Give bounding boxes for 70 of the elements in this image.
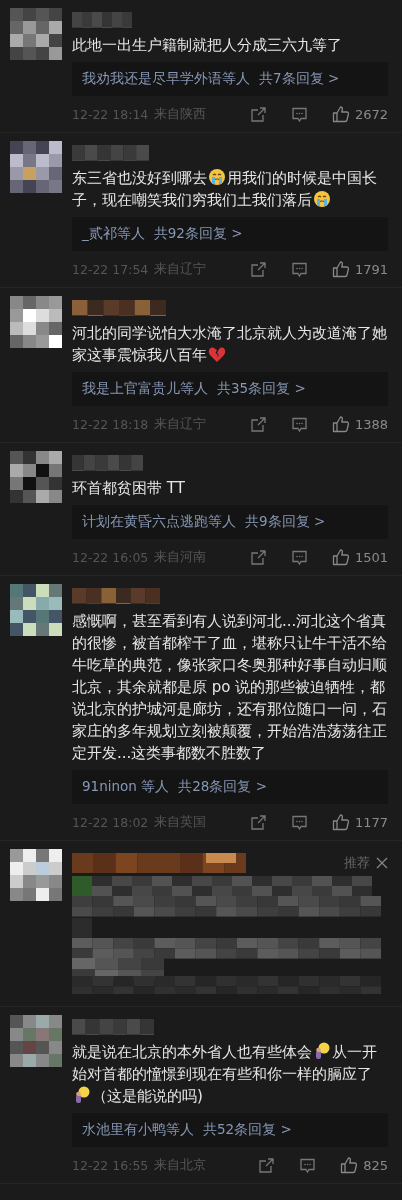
blurred-name-drawing xyxy=(72,455,143,471)
reply-count-link[interactable]: 共28条回复 > xyxy=(178,778,267,796)
thumbs-up-icon[interactable] xyxy=(331,260,350,278)
thumbs-up-icon[interactable] xyxy=(331,415,350,433)
share-icon[interactable] xyxy=(249,813,267,831)
close-icon[interactable] xyxy=(376,857,388,869)
blurred-name-drawing xyxy=(72,12,132,28)
share-icon[interactable] xyxy=(249,415,267,433)
reply-users: 我劝我还是尽早学外语等人 xyxy=(82,70,250,88)
comment-text: 就是说在北京的本外省人也有些体会 从一开始对首都的憧憬到现在有些和你一样的膈应了 （这是能说的吗) xyxy=(72,1041,378,1107)
comment-text: 东三省也没好到哪去 用我们的时候是中国长子，现在嘲笑我们穷我们土我们落后 xyxy=(72,167,378,211)
comment-icon[interactable] xyxy=(290,548,308,566)
comment-icon[interactable] xyxy=(299,1156,317,1174)
share-icon[interactable] xyxy=(258,1156,276,1174)
avatar-icon[interactable] xyxy=(10,1015,62,1067)
reply-count-link[interactable]: 共35条回复 > xyxy=(217,380,306,398)
reply-users: 计划在黄昏六点逃跑等人 xyxy=(82,513,236,531)
like-count: 1791 xyxy=(354,261,388,277)
thumbs-up-icon[interactable] xyxy=(331,813,350,831)
replies-panel[interactable]: 91ninon 等人 共28条回复 > xyxy=(72,770,388,804)
comment-icon[interactable] xyxy=(290,813,308,831)
crying-face-icon xyxy=(208,168,226,186)
like-count: 825 xyxy=(363,1157,388,1173)
comment-text: 感慨啊，甚至看到有人说到河北...河北这个省真的很惨，被首都榨干了血，堪称只让牛干活不给牛吃草的典范，像张家口冬奥那种好事自动归顺北京，其余就都是原 po 说的那些被迫牺牲，都说北京的护城河是廊坊，还有那位随口一问，石家庄的多年规划立刻被颠覆，开始浩浩荡荡往正定开发...这类事都数不胜数了 xyxy=(72,611,388,764)
comment-text: 河北的同学说怕大水淹了北京就人为改道淹了她家这事震惊我八百年 xyxy=(72,323,388,366)
avatar-icon[interactable] xyxy=(10,584,62,636)
comment-time: 12-22 17:54 xyxy=(72,261,149,277)
reply-count-link[interactable]: 共92条回复 > xyxy=(153,225,243,243)
avatar-icon[interactable] xyxy=(10,296,62,348)
avatar-icon[interactable] xyxy=(10,451,62,503)
share-icon[interactable] xyxy=(249,548,267,566)
avatar-icon[interactable] xyxy=(10,849,62,901)
comment-icon[interactable] xyxy=(290,415,308,433)
reply-count-link[interactable]: 共7条回复 > xyxy=(259,70,340,88)
like-count: 1501 xyxy=(354,549,388,565)
reply-users: 水池里有小鸭等人 xyxy=(82,1121,194,1139)
avatar-icon[interactable] xyxy=(10,8,62,60)
comment-time: 12-22 18:02 xyxy=(72,814,149,830)
reply-count-link[interactable]: 共9条回复 > xyxy=(245,513,326,531)
comment-icon[interactable] xyxy=(290,260,308,278)
like-count: 1388 xyxy=(354,416,388,432)
thumbs-up-icon[interactable] xyxy=(340,1156,359,1174)
thumbs-up-icon[interactable] xyxy=(331,548,350,566)
reply-users: _贰祁等人 xyxy=(82,225,145,243)
broken-heart-icon xyxy=(208,346,226,363)
reply-count-link[interactable]: 共52条回复 > xyxy=(203,1121,292,1139)
like-count: 1177 xyxy=(354,814,388,830)
crying-face-icon xyxy=(313,190,331,208)
figure-with-bulb-icon xyxy=(73,1086,91,1104)
share-icon[interactable] xyxy=(249,105,267,123)
like-count: 2672 xyxy=(354,106,388,122)
comment-text: 此地一出生户籍制就把人分成三六九等了 xyxy=(72,35,343,56)
thumbs-up-icon[interactable] xyxy=(331,105,350,123)
comment-icon[interactable] xyxy=(290,105,308,123)
replies-panel[interactable]: _贰祁等人 共92条回复 > xyxy=(72,217,388,251)
replies-panel[interactable]: 我劝我还是尽早学外语等人 共7条回复 > xyxy=(72,62,388,96)
comment-time: 12-22 18:18 xyxy=(72,416,149,432)
reply-users: 我是上官富贵儿等人 xyxy=(82,380,208,398)
reply-users: 91ninon 等人 xyxy=(82,778,170,796)
avatar-icon[interactable] xyxy=(10,141,62,193)
figure-with-bulb-icon xyxy=(313,1042,331,1060)
share-icon[interactable] xyxy=(249,260,267,278)
replies-panel[interactable]: 我是上官富贵儿等人 共35条回复 > xyxy=(72,372,388,406)
comment-time: 12-22 16:05 xyxy=(72,549,149,565)
comment-text: 环首都贫困带 TT xyxy=(72,478,186,499)
comment-time: 12-22 18:14 xyxy=(72,106,149,122)
recommended-label: 推荐 xyxy=(344,854,370,872)
replies-panel[interactable]: 计划在黄昏六点逃跑等人 共9条回复 > xyxy=(72,505,388,539)
comment-time: 12-22 16:55 xyxy=(72,1157,149,1173)
replies-panel[interactable]: 水池里有小鸭等人 共52条回复 > xyxy=(72,1113,388,1147)
